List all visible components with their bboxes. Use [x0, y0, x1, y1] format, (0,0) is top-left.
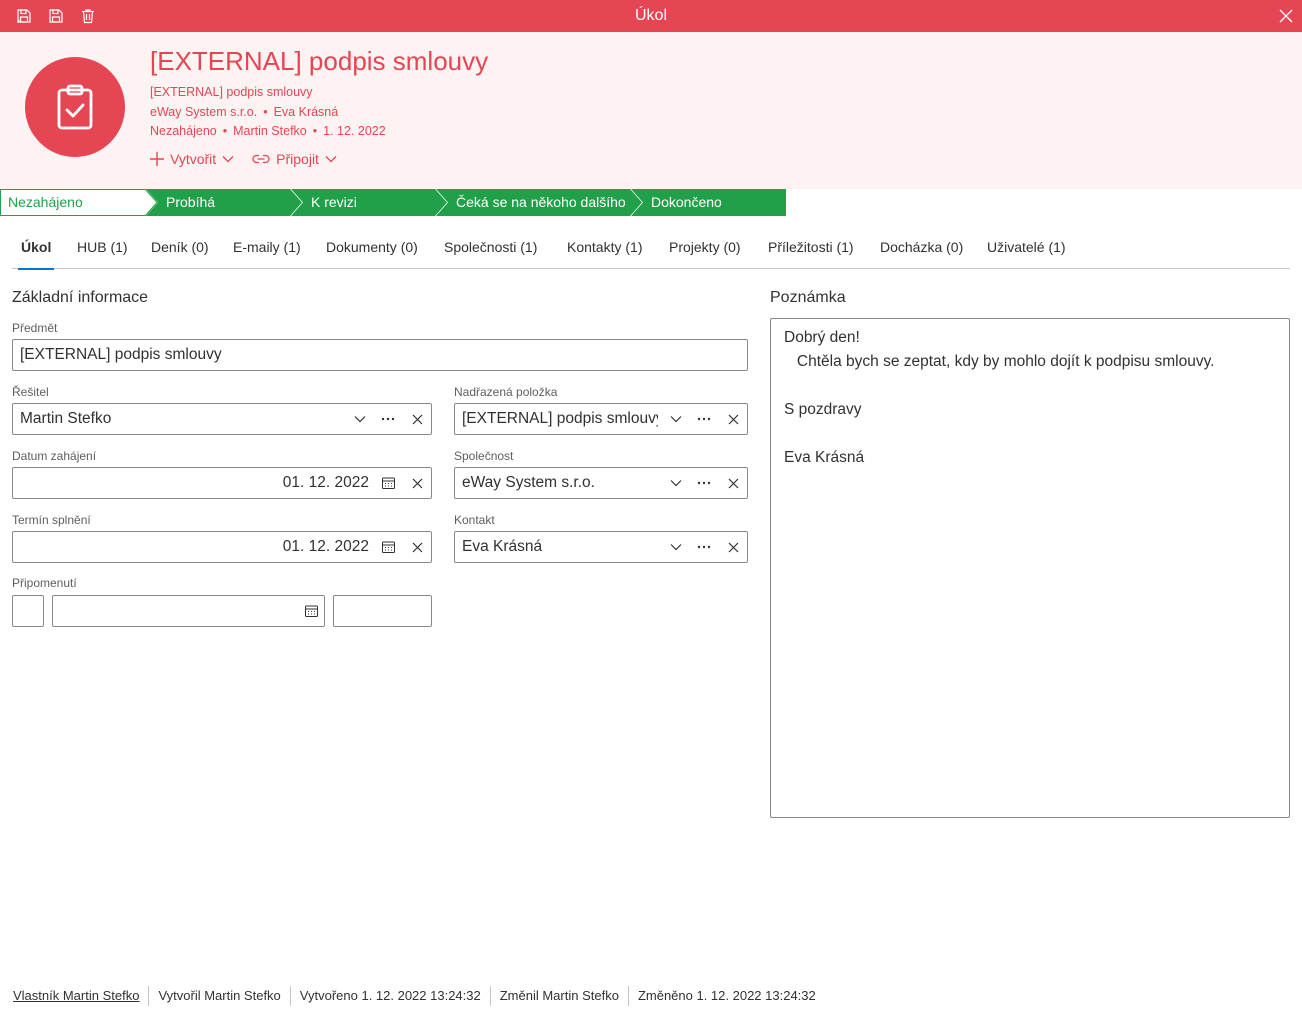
chevron-down-icon — [325, 156, 337, 163]
header-contact[interactable]: Eva Krásná — [274, 105, 339, 119]
header-state: Nezahájeno — [150, 124, 217, 138]
reminder-label: Připomenutí — [12, 576, 77, 590]
footer-bar: Vlastník Martin Stefko Vytvořil Martin S… — [0, 985, 825, 1007]
plus-icon — [150, 152, 164, 166]
tab-journal[interactable]: Deník (0) — [151, 226, 209, 269]
chevron-down-icon[interactable] — [668, 475, 684, 491]
tab-emails[interactable]: E-maily (1) — [233, 226, 301, 269]
basic-info-title: Základní informace — [12, 289, 149, 306]
reminder-time-field[interactable] — [333, 595, 432, 627]
subject-input[interactable]: [EXTERNAL] podpis smlouvy — [12, 339, 748, 371]
parent-field[interactable]: [EXTERNAL] podpis smlouvy — [454, 403, 748, 435]
parent-label: Nadřazená položka — [454, 385, 558, 399]
created-by: Vytvořil Martin Stefko — [148, 986, 289, 1006]
created-date: Vytvořeno 1. 12. 2022 13:24:32 — [289, 986, 490, 1006]
modified-date: Změněno 1. 12. 2022 13:24:32 — [627, 986, 825, 1006]
tab-attendance[interactable]: Docházka (0) — [880, 226, 963, 269]
window-title: Úkol — [634, 7, 667, 24]
more-icon[interactable] — [380, 411, 396, 427]
company-field[interactable]: eWay System s.r.o. — [454, 467, 748, 499]
link-icon — [252, 154, 270, 164]
tab-opportunities[interactable]: Příležitosti (1) — [768, 226, 854, 269]
due-date-field[interactable]: 01. 12. 2022 — [12, 531, 432, 563]
more-icon[interactable] — [696, 475, 712, 491]
calendar-icon[interactable] — [380, 539, 396, 555]
subject-label: Předmět — [12, 321, 58, 335]
record-header: [EXTERNAL] podpis smlouvy [EXTERNAL] pod… — [0, 32, 1302, 189]
connect-button[interactable]: Připojit — [252, 151, 337, 167]
save-and-close-icon[interactable] — [15, 7, 33, 25]
note-textarea[interactable]: Dobrý den! Chtěla bych se zeptat, kdy by… — [770, 318, 1290, 818]
chevron-down-icon[interactable] — [668, 411, 684, 427]
header-date: 1. 12. 2022 — [323, 124, 386, 138]
clear-icon[interactable] — [725, 475, 741, 491]
reminder-date-field[interactable] — [52, 595, 325, 627]
stage-completed[interactable]: Dokončeno — [631, 189, 786, 216]
stage-waiting[interactable]: Čeká se na někoho dalšího — [436, 189, 642, 216]
clear-icon[interactable] — [725, 539, 741, 555]
clear-icon[interactable] — [409, 411, 425, 427]
calendar-icon[interactable] — [380, 475, 396, 491]
stage-bar: Nezahájeno Probíhá K revizi Čeká se na n… — [0, 189, 786, 216]
header-actions: Vytvořit Připojit — [150, 151, 337, 167]
tab-contacts[interactable]: Kontakty (1) — [567, 226, 642, 269]
tab-companies[interactable]: Společnosti (1) — [444, 226, 537, 269]
clear-icon[interactable] — [725, 411, 741, 427]
header-company-contact: eWay System s.r.o. • Eva Krásná — [150, 105, 339, 119]
stage-not-started[interactable]: Nezahájeno — [0, 189, 158, 216]
header-state-line: Nezahájeno • Martin Stefko • 1. 12. 2022 — [150, 124, 386, 138]
chevron-down-icon — [222, 156, 234, 163]
chevron-down-icon[interactable] — [352, 411, 368, 427]
start-date-field[interactable]: 01. 12. 2022 — [12, 467, 432, 499]
tab-bar: Úkol HUB (1) Deník (0) E-maily (1) Dokum… — [12, 226, 1290, 270]
tab-hub[interactable]: HUB (1) — [77, 226, 128, 269]
clear-icon[interactable] — [409, 539, 425, 555]
calendar-icon[interactable] — [303, 603, 319, 619]
stage-for-review[interactable]: K revizi — [291, 189, 447, 216]
due-date-label: Termín splnění — [12, 513, 91, 527]
record-title: [EXTERNAL] podpis smlouvy — [150, 46, 489, 76]
clear-icon[interactable] — [409, 475, 425, 491]
header-company[interactable]: eWay System s.r.o. — [150, 105, 257, 119]
owner-link[interactable]: Vlastník Martin Stefko — [0, 986, 148, 1006]
tab-documents[interactable]: Dokumenty (0) — [326, 226, 418, 269]
contact-field[interactable]: Eva Krásná — [454, 531, 748, 563]
solver-label: Řešitel — [12, 385, 49, 399]
task-avatar — [25, 57, 125, 157]
modified-by: Změnil Martin Stefko — [489, 986, 628, 1006]
header-subject: [EXTERNAL] podpis smlouvy — [150, 85, 313, 99]
tab-projects[interactable]: Projekty (0) — [669, 226, 741, 269]
title-bar: Úkol — [0, 0, 1302, 32]
reminder-checkbox[interactable] — [12, 595, 44, 627]
create-button[interactable]: Vytvořit — [150, 151, 234, 167]
save-icon[interactable] — [47, 7, 65, 25]
header-solver: Martin Stefko — [233, 124, 307, 138]
tab-task[interactable]: Úkol — [17, 226, 55, 270]
delete-icon[interactable] — [79, 7, 97, 25]
start-date-label: Datum zahájení — [12, 449, 97, 463]
stage-in-progress[interactable]: Probíhá — [146, 189, 302, 216]
chevron-down-icon[interactable] — [668, 539, 684, 555]
clipboard-check-icon — [57, 84, 93, 130]
contact-label: Kontakt — [454, 513, 495, 527]
more-icon[interactable] — [696, 411, 712, 427]
note-title: Poznámka — [770, 289, 846, 306]
company-label: Společnost — [454, 449, 514, 463]
solver-field[interactable]: Martin Stefko — [12, 403, 432, 435]
more-icon[interactable] — [696, 539, 712, 555]
tab-users[interactable]: Uživatelé (1) — [987, 226, 1066, 269]
close-icon[interactable] — [1277, 7, 1295, 25]
